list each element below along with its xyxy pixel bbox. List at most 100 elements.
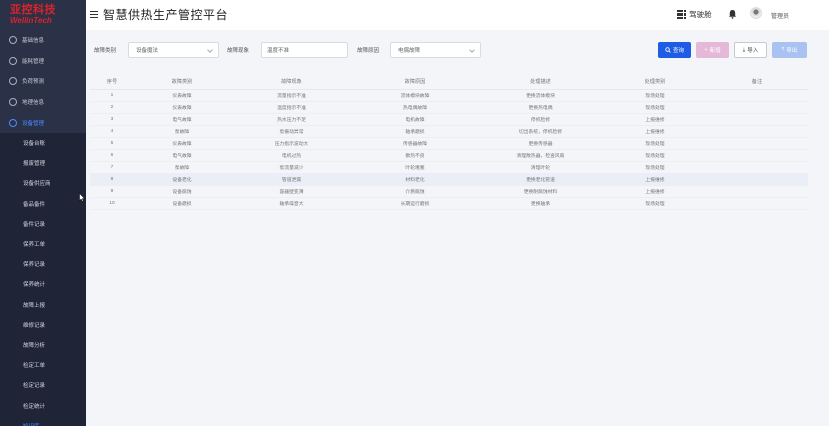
table-cell: 更换耐腐蚀材料 [477,185,604,199]
sidebar-subitem-knowledge-base[interactable]: 知识库 [0,416,86,426]
sidebar-subitem[interactable]: 保养统计 [0,274,86,294]
menu-toggle-icon[interactable] [90,11,98,19]
table-cell: 电机过热 [230,149,353,163]
sidebar-subitem[interactable]: 检定统计 [0,395,86,415]
table-cell: 更换流体模块 [477,89,604,102]
cockpit-label: 驾驶舱 [689,10,712,19]
table-cell: 传感器故障 [353,137,477,150]
top-header: 智慧供热生产管控平台 驾驶舱 管理员 [86,0,829,30]
table-cell: 4 [90,125,134,138]
table-cell: 介质腐蚀 [353,185,477,199]
sidebar-subitem[interactable]: 检定记录 [0,375,86,395]
search-button[interactable]: 查询 [658,42,691,58]
sidebar-item-equipment[interactable]: 设备管理 [0,112,86,133]
filter-type-value: 设备魔法 [136,48,159,54]
table-cell: 6 [90,149,134,163]
column-header: 处理描述 [477,74,604,90]
table-cell: 仪表故障 [134,101,230,114]
filter-phenomenon-value: 温度不准 [267,48,290,54]
filter-phenomenon-label: 故障现象 [227,48,250,54]
table-cell: 切出系统，停机检修 [477,125,604,138]
table-row[interactable]: 10 设备磨损 轴承噪音大 长期运行磨损 更换轴承 现场处理 [90,197,808,211]
table-cell: 仪表故障 [134,89,230,102]
sidebar-subitem[interactable]: 备品备件 [0,194,86,214]
table-row[interactable]: 5 仪表故障 压力指示波动大 传感器故障 更换传感器 现场处理 [90,137,808,150]
column-header: 序号 [90,74,134,90]
avatar[interactable] [750,7,762,19]
table-cell [706,173,808,187]
table-cell: 上报维修 [604,173,706,187]
sidebar-item-basic-info[interactable]: 基础信息 [0,30,86,51]
menu-circle-icon [9,36,17,45]
export-button[interactable]: ⤒ 导出 [772,42,807,58]
column-header: 故障现象 [230,74,353,90]
table-cell: 电气故障 [134,113,230,126]
table-row[interactable]: 2 仪表故障 温度指示不准 热电偶故障 更换热电偶 现场处理 [90,101,808,114]
sidebar-subitem[interactable]: 设备供应商 [0,173,86,193]
sidebar-subitem[interactable]: 备件记录 [0,214,86,234]
sidebar-subitem[interactable]: 维修记录 [0,315,86,335]
page-title: 智慧供热生产管控平台 [103,8,229,22]
sidebar-subitem[interactable]: 保养记录 [0,254,86,274]
cockpit-link[interactable]: 驾驶舱 [677,9,712,20]
sidebar-item-geo-info[interactable]: 地理信息 [0,92,86,113]
table-cell: 上报维修 [604,113,706,126]
filter-phenomenon-input[interactable]: 温度不准 [261,42,348,58]
table-cell [706,185,808,199]
table-cell: 清理叶轮 [477,161,604,175]
bell-icon[interactable] [728,9,737,19]
sidebar-subitem[interactable]: 报废管理 [0,153,86,173]
table-row[interactable]: 3 电气故障 热水压力不足 电机故障 停机检修 上报维修 [90,113,808,126]
table-cell: 流体模块故障 [353,89,477,102]
table-cell: 10 [90,197,134,211]
add-button[interactable]: + 新增 [696,42,729,58]
menu-circle-icon [9,77,17,86]
filter-cause-value: 电偶故障 [398,48,421,54]
table-cell: 现场处理 [604,101,706,114]
table-body: 1 仪表故障 流量指示不准 流体模块故障 更换流体模块 现场处理 2 仪表故障 温度指示不准 热电… [90,89,808,211]
sidebar-subitem[interactable]: 保养工单 [0,234,86,254]
table-row[interactable]: 7 泵故障 泵流量减少 叶轮堵塞 清理叶轮 现场处理 [90,161,808,175]
table-cell: 上报维修 [604,185,706,199]
table-cell: 2 [90,101,134,114]
filter-type-select[interactable]: 设备魔法 [128,42,219,58]
table-cell: 更换热电偶 [477,101,604,114]
table-row[interactable]: 6 电气故障 电机过热 散热不良 清理散热器，检查风扇 现场处理 [90,149,808,163]
table-row[interactable]: 9 设备腐蚀 容器壁变薄 介质腐蚀 更换耐腐蚀材料 上报维修 [90,185,808,199]
plus-icon: + [704,47,708,53]
table-row[interactable]: 4 泵故障 泵振动异常 轴承磨损 切出系统，停机检修 上报维修 [90,125,808,138]
sidebar-subitem[interactable]: 检定工单 [0,355,86,375]
filter-cause-select[interactable]: 电偶故障 [390,42,481,58]
mouse-cursor-icon [79,193,85,202]
import-button[interactable]: ⤓ 导入 [734,42,767,58]
table-cell: 电机故障 [353,113,477,126]
table-cell: 电气故障 [134,149,230,163]
user-name[interactable]: 管理员 [771,11,789,20]
table-cell: 现场处理 [604,197,706,211]
sidebar: 亚控科技 WellinTech 基础信息 能耗管理 负荷预测 地理信息 设备管理… [0,0,86,426]
filter-cause-label: 故障原因 [357,48,380,54]
table-cell: 现场处理 [604,149,706,163]
table-cell: 9 [90,185,134,199]
table-cell [706,137,808,150]
sidebar-subitem[interactable]: 故障上报 [0,294,86,314]
sidebar-subitem[interactable]: 故障分析 [0,335,86,355]
column-header: 故障原因 [353,74,477,90]
table-row[interactable]: 8 设备老化 管道泄漏 材料老化 更换老化管道 上报维修 [90,173,808,187]
sidebar-item-load-forecast[interactable]: 负荷预测 [0,71,86,92]
table-cell: 仪表故障 [134,137,230,150]
table-cell: 泵故障 [134,161,230,175]
filter-type-label: 故障类别 [94,48,117,54]
table-cell: 8 [90,173,134,187]
chevron-down-icon [207,47,213,53]
menu-circle-icon [9,98,17,107]
sidebar-item-label: 负荷预测 [22,79,45,86]
sidebar-submenu-equipment: 设备台账 报废管理 设备供应商 备品备件 备件记录 保养工单 保养记录 保养统计… [0,132,86,426]
sidebar-item-energy[interactable]: 能耗管理 [0,51,86,72]
table-cell: 7 [90,161,134,175]
export-button-label: 导出 [786,48,798,54]
table-row[interactable]: 1 仪表故障 流量指示不准 流体模块故障 更换流体模块 现场处理 [90,89,808,102]
table-cell: 散热不良 [353,149,477,163]
table-cell: 温度指示不准 [230,101,353,114]
sidebar-subitem[interactable]: 设备台账 [0,133,86,153]
